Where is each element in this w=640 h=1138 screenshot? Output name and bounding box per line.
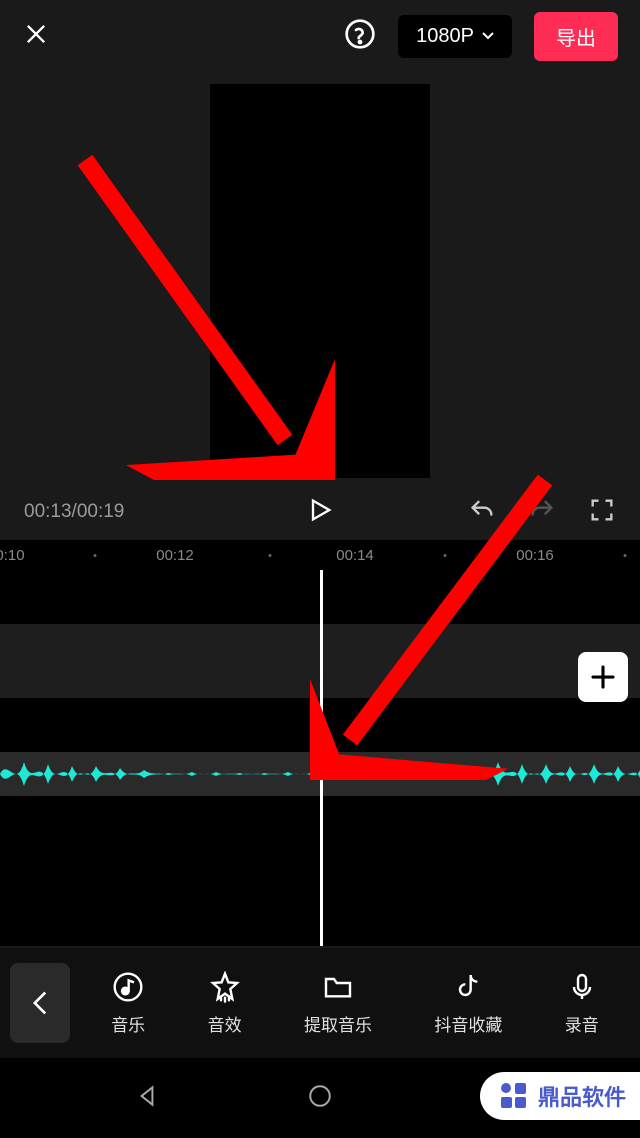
undo-button[interactable]: [468, 496, 496, 529]
resolution-value: 1080P: [416, 25, 474, 48]
playhead[interactable]: [320, 570, 323, 946]
close-button[interactable]: [22, 20, 50, 53]
redo-button[interactable]: [528, 496, 556, 529]
preview-area: [0, 72, 640, 484]
ruler-tick: 00:12: [156, 547, 194, 564]
tool-label: 音乐: [111, 1011, 145, 1036]
ruler-dot: [444, 554, 447, 557]
tool-label: 录音: [565, 1011, 599, 1036]
back-button[interactable]: [10, 963, 70, 1043]
ruler-tick: 00:14: [336, 547, 374, 564]
ruler-dot: [94, 554, 97, 557]
douyin-icon: [452, 971, 484, 1003]
nav-back[interactable]: [134, 1083, 160, 1114]
video-preview[interactable]: [210, 84, 430, 478]
ruler-dot: [269, 554, 272, 557]
chevron-down-icon: [482, 32, 494, 40]
play-button[interactable]: [306, 496, 334, 529]
folder-icon: [322, 971, 354, 1003]
ruler-tick: 00:16: [516, 547, 554, 564]
tool-sound-effect[interactable]: 音效: [208, 971, 242, 1036]
add-clip-button[interactable]: [578, 652, 628, 702]
watermark-logo-icon: [498, 1080, 530, 1112]
tool-label: 音效: [208, 1011, 242, 1036]
tool-label: 抖音收藏: [434, 1011, 502, 1036]
timeline-area[interactable]: [0, 570, 640, 946]
tool-music[interactable]: 音乐: [111, 971, 145, 1036]
fullscreen-button[interactable]: [588, 496, 616, 529]
watermark-badge: 鼎品软件: [480, 1072, 640, 1120]
nav-home[interactable]: [307, 1083, 333, 1114]
tool-douyin-favorites[interactable]: 抖音收藏: [434, 971, 502, 1036]
watermark-text: 鼎品软件: [538, 1080, 626, 1112]
ruler-dot: [624, 554, 627, 557]
timecode-display: 00:13/00:19: [24, 501, 124, 523]
tool-label: 提取音乐: [304, 1011, 372, 1036]
music-icon: [112, 971, 144, 1003]
microphone-icon: [566, 971, 598, 1003]
star-icon: [209, 971, 241, 1003]
resolution-selector[interactable]: 1080P: [398, 15, 512, 58]
tool-record[interactable]: 录音: [565, 971, 599, 1036]
export-button[interactable]: 导出: [534, 12, 618, 61]
ruler-tick: 0:10: [0, 547, 25, 564]
timeline-ruler[interactable]: 0:10 00:12 00:14 00:16: [0, 540, 640, 570]
tool-extract-audio[interactable]: 提取音乐: [304, 971, 372, 1036]
help-button[interactable]: [344, 18, 376, 55]
